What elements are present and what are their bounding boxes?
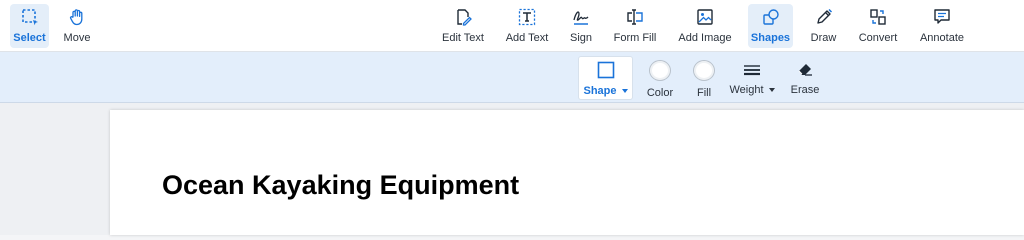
chevron-down-icon [621, 89, 628, 94]
draw-tool-button[interactable]: Draw [806, 4, 841, 48]
erase-label: Erase [790, 84, 820, 96]
square-shape-icon [597, 61, 614, 79]
add-text-tool-button[interactable]: Add Text [501, 4, 553, 48]
move-tool-button[interactable]: Move [58, 4, 96, 48]
fill-swatch [693, 60, 715, 81]
edit-text-tool-label: Edit Text [442, 32, 484, 44]
weight-label: Weight [729, 84, 764, 96]
edit-text-icon [457, 9, 472, 26]
shapes-tool-label: Shapes [750, 32, 791, 44]
shapes-icon [762, 9, 779, 25]
shape-type-label-wrap: Shape [583, 85, 628, 98]
weight-dropdown[interactable]: Weight [728, 56, 776, 100]
signature-icon [573, 11, 589, 25]
select-icon [21, 9, 38, 26]
sign-tool-label: Sign [569, 32, 593, 44]
add-text-icon [518, 8, 536, 26]
form-fill-tool-button[interactable]: Form Fill [610, 4, 660, 48]
select-tool-button[interactable]: Select [10, 4, 49, 48]
color-picker-button[interactable]: Color [642, 56, 678, 100]
shapes-tool-button[interactable]: Shapes [748, 4, 793, 48]
image-icon [697, 9, 713, 25]
line-weight-icon [744, 65, 760, 76]
color-label: Color [646, 87, 674, 99]
form-fill-tool-label: Form Fill [613, 32, 657, 44]
form-fill-icon [627, 9, 643, 25]
add-text-tool-label: Add Text [505, 32, 549, 44]
add-image-tool-label: Add Image [678, 32, 732, 44]
shape-options-bar: Shape Color Fill Weight Erase [0, 52, 1024, 103]
edit-text-tool-button[interactable]: Edit Text [437, 4, 489, 48]
main-toolbar: Select Move Edit Text Add Text Sign Form… [0, 0, 1024, 52]
erase-button[interactable]: Erase [788, 56, 822, 100]
fill-picker-button[interactable]: Fill [688, 56, 720, 100]
hand-icon [69, 9, 83, 26]
shape-type-label: Shape [583, 85, 617, 97]
weight-label-wrap: Weight [729, 84, 775, 97]
convert-tool-label: Convert [858, 32, 898, 44]
sign-tool-button[interactable]: Sign [563, 4, 599, 48]
convert-tool-button[interactable]: Convert [854, 4, 902, 48]
eraser-icon [798, 64, 812, 76]
color-swatch [649, 60, 671, 81]
comment-icon [934, 9, 950, 24]
document-title: Ocean Kayaking Equipment [162, 170, 520, 200]
move-tool-label: Move [63, 32, 91, 44]
fill-label: Fill [696, 87, 712, 99]
add-image-tool-button[interactable]: Add Image [675, 4, 735, 48]
annotate-tool-button[interactable]: Annotate [915, 4, 969, 48]
draw-tool-label: Draw [810, 32, 837, 44]
select-tool-label: Select [13, 32, 46, 44]
chevron-down-icon [768, 88, 775, 93]
document-page[interactable]: Ocean Kayaking Equipment [110, 110, 1024, 235]
pencil-icon [816, 8, 832, 24]
annotate-tool-label: Annotate [919, 32, 965, 44]
shape-type-dropdown[interactable]: Shape [578, 56, 633, 100]
convert-icon [870, 9, 886, 25]
